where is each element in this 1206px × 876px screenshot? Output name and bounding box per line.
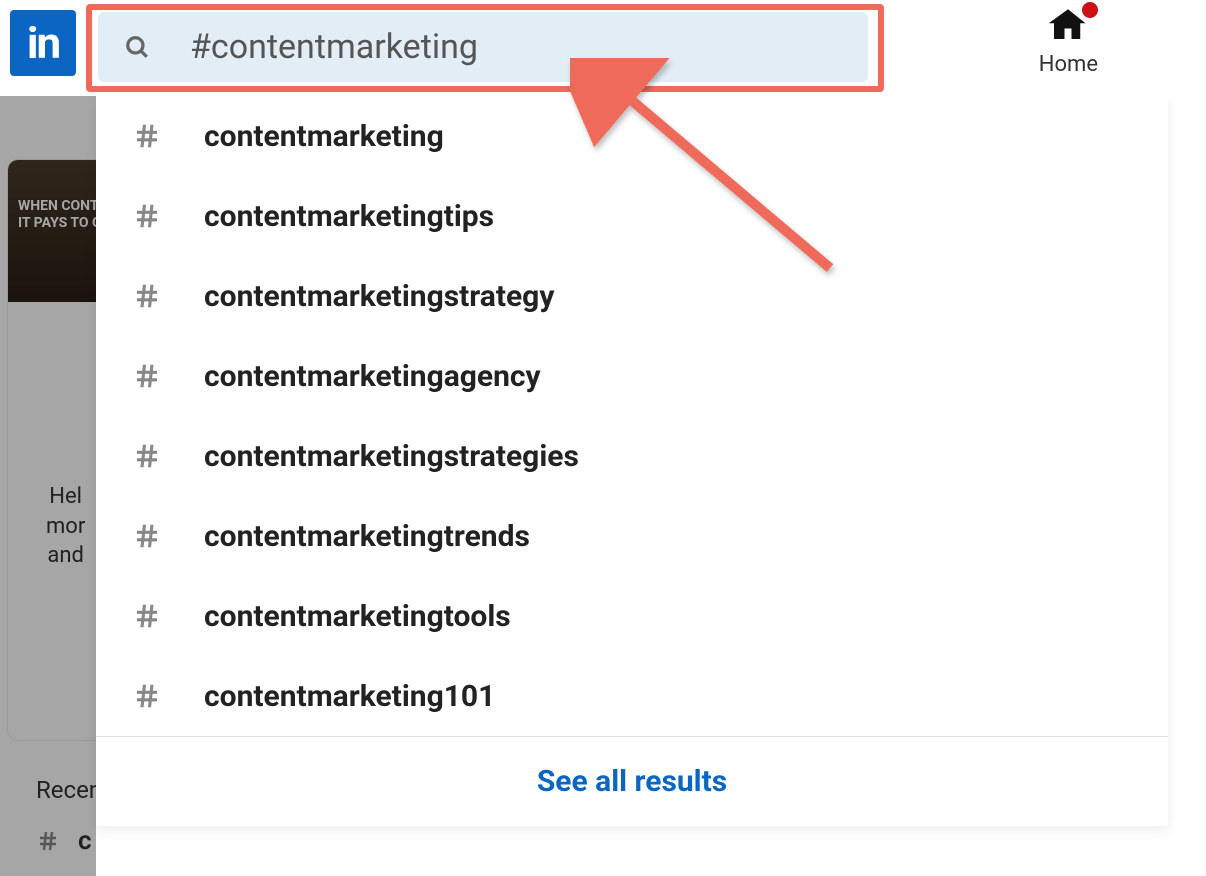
hash-icon (132, 361, 162, 391)
suggestion-item[interactable]: contentmarketing (96, 96, 1168, 176)
nav-home-label: Home (1039, 52, 1098, 77)
top-navigation-bar: in Home (0, 0, 1206, 96)
hash-icon (132, 201, 162, 231)
see-all-results-link[interactable]: See all results (537, 764, 727, 799)
hash-icon (132, 601, 162, 631)
search-input[interactable] (190, 27, 868, 67)
hash-icon (132, 521, 162, 551)
suggestion-item[interactable]: contentmarketingtrends (96, 496, 1168, 576)
suggestion-item[interactable]: contentmarketing101 (96, 656, 1168, 736)
search-autocomplete-dropdown: contentmarketing contentmarketingtips co… (96, 96, 1168, 826)
nav-home[interactable]: Home (1039, 4, 1098, 77)
suggestion-item[interactable]: contentmarketingtools (96, 576, 1168, 656)
suggestion-item[interactable]: contentmarketingstrategy (96, 256, 1168, 336)
suggestion-item[interactable]: contentmarketingstrategies (96, 416, 1168, 496)
feed-overlay-dim (0, 96, 96, 876)
suggestion-item[interactable]: contentmarketingagency (96, 336, 1168, 416)
suggestion-label: contentmarketingtools (204, 599, 511, 634)
suggestion-label: contentmarketing (204, 119, 444, 154)
linkedin-logo[interactable]: in (10, 10, 76, 76)
suggestion-label: contentmarketingagency (204, 359, 541, 394)
suggestion-label: contentmarketingtips (204, 199, 494, 234)
hash-icon (132, 281, 162, 311)
hash-icon (132, 681, 162, 711)
suggestion-label: contentmarketingstrategy (204, 279, 554, 314)
suggestion-label: contentmarketingstrategies (204, 439, 579, 474)
search-icon (124, 34, 150, 60)
suggestion-label: contentmarketing101 (204, 679, 495, 714)
see-all-wrap: See all results (96, 736, 1168, 826)
suggestion-label: contentmarketingtrends (204, 519, 530, 554)
suggestion-item[interactable]: contentmarketingtips (96, 176, 1168, 256)
hash-icon (132, 441, 162, 471)
search-box[interactable] (98, 12, 868, 82)
notification-badge (1080, 0, 1100, 20)
search-container (86, 4, 868, 82)
hash-icon (132, 121, 162, 151)
